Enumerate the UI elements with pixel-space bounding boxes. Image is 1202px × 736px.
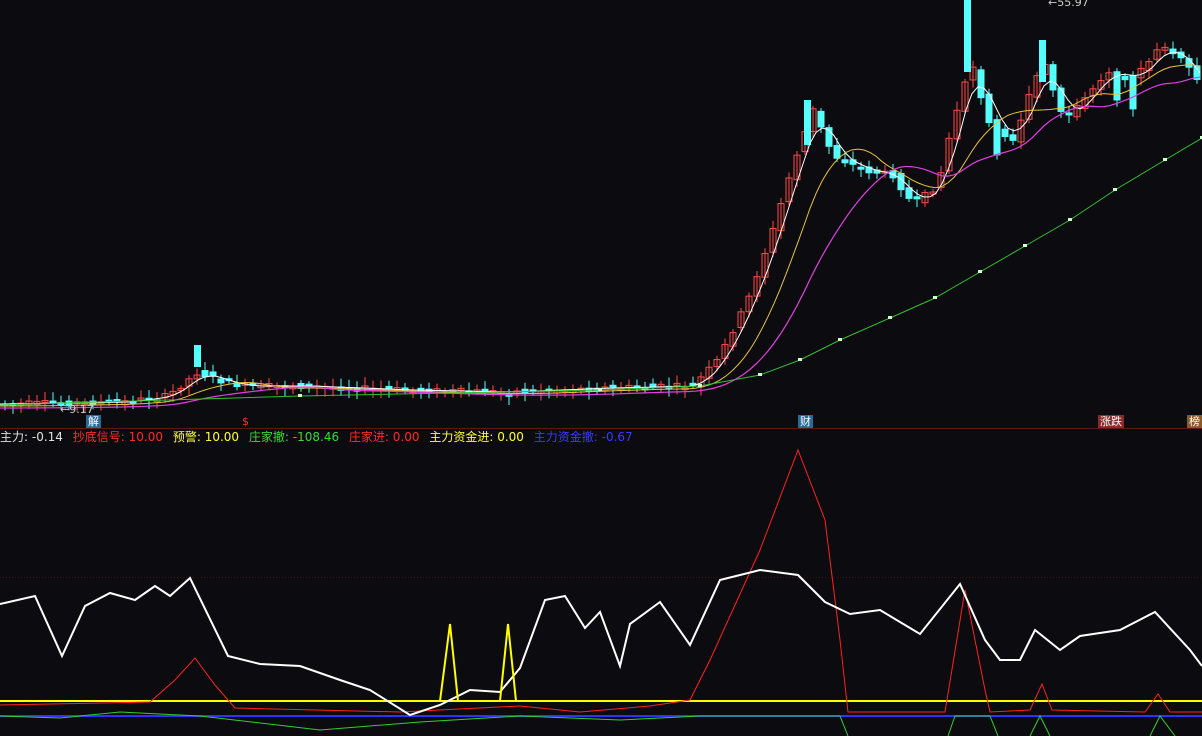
indicator-yujing: 预警: 10.00	[172, 430, 240, 444]
indicator-zhuli-zijin-jin: 主力资金进: 0.00	[429, 430, 524, 444]
yujing-spike-line	[439, 623, 517, 702]
candle-body	[209, 371, 217, 377]
zhuli-line	[0, 568, 1202, 717]
candle-body	[1039, 40, 1046, 82]
candle-body	[841, 159, 849, 164]
ma5-line	[0, 51, 1201, 405]
candle-body	[1121, 75, 1129, 81]
ma60-marker	[978, 270, 982, 273]
ma60-marker	[838, 338, 842, 341]
event-tag-bang[interactable]: 榜	[1187, 415, 1202, 428]
low-arrow-icon: ←	[60, 403, 70, 416]
zhuangjia-che-line	[947, 715, 999, 736]
ma20-line	[0, 76, 1201, 409]
chaodi-line	[0, 448, 1202, 713]
ma60-marker	[698, 384, 702, 387]
candle-body	[977, 69, 985, 99]
candle-body	[217, 378, 225, 384]
ma60-marker	[888, 316, 892, 319]
indicator-lines	[0, 448, 1202, 736]
candlestick-series	[1, 0, 1201, 414]
event-tag-cai[interactable]: 财	[798, 415, 813, 428]
candle-body	[1001, 128, 1009, 138]
indicator-zhuangjia-jin: 庄家进: 0.00	[348, 430, 420, 444]
candle-body	[609, 384, 617, 388]
ma60-marker	[1113, 188, 1117, 191]
high-arrow-icon: ←	[1048, 0, 1058, 9]
ma60-marker	[1068, 218, 1072, 221]
ma60-marker	[598, 388, 602, 391]
event-tag-dollar[interactable]: $	[240, 415, 251, 428]
event-tag-zhangdie[interactable]: 涨跌	[1098, 415, 1124, 428]
indicator-chaodi: 抄底信号: 10.00	[72, 430, 163, 444]
ma60-marker	[933, 296, 937, 299]
indicator-zhuli: 主力: -0.14	[0, 430, 63, 444]
zhuangjia-che-line	[1029, 714, 1051, 736]
candle-body	[857, 166, 865, 170]
high-price-label: ←55.97	[1048, 0, 1089, 9]
ma60-marker	[1163, 158, 1167, 161]
ma10-line	[0, 64, 1201, 407]
moving-average-lines	[0, 51, 1202, 409]
candle-body	[649, 383, 657, 388]
event-tag-jie[interactable]: 解	[86, 415, 101, 428]
candle-body	[1129, 74, 1137, 110]
indicator-legend: 主力: -0.14 抄底信号: 10.00 预警: 10.00 庄家撤: -10…	[0, 429, 639, 445]
candle-body	[201, 370, 209, 378]
candle-body	[913, 196, 921, 200]
ma60-line	[0, 137, 1202, 406]
candle-body	[1065, 112, 1073, 116]
ma60-marker	[758, 373, 762, 376]
indicator-zhuangjia-che: 庄家撤: -108.46	[248, 430, 340, 444]
ma60-marker	[298, 394, 302, 397]
candle-body	[817, 110, 825, 128]
indicator-zhuli-zijin-che: 主力资金撤: -0.67	[533, 430, 633, 444]
ma60-marker	[798, 358, 802, 361]
candle-body	[1049, 64, 1057, 91]
candle-body	[1009, 134, 1017, 141]
candle-body	[833, 145, 841, 159]
candle-body	[49, 400, 57, 404]
candle-body	[804, 100, 811, 145]
high-price-value: 55.97	[1057, 0, 1089, 9]
zhuangjia-che-line	[1149, 715, 1176, 736]
candle-body	[194, 345, 201, 367]
chart-canvas[interactable]	[0, 0, 1202, 736]
candle-body	[385, 385, 393, 390]
candle-body	[964, 0, 971, 72]
ma60-marker	[1023, 244, 1027, 247]
